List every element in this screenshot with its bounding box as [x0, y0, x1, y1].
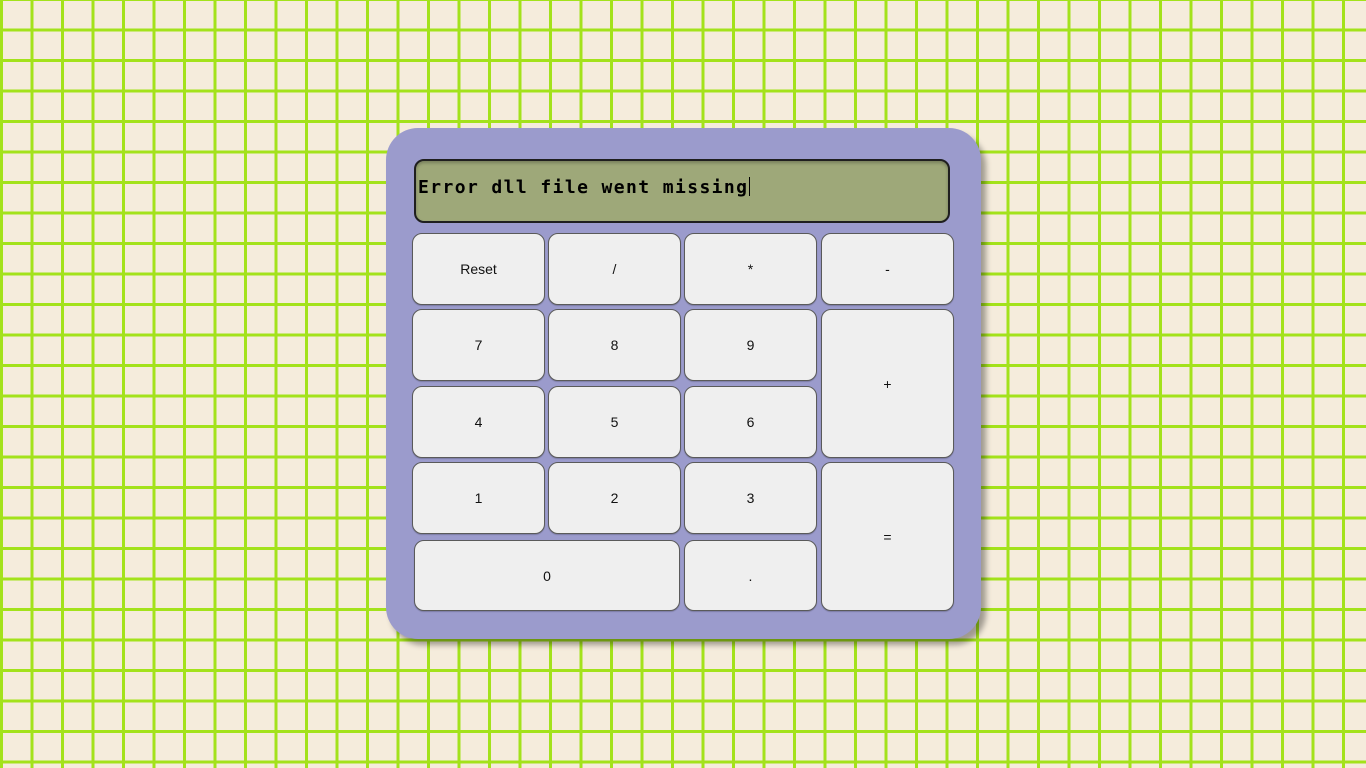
digit-2-button[interactable]: 2 — [548, 462, 681, 534]
text-caret — [749, 177, 751, 196]
calculator-display: Error dll file went missing — [414, 159, 950, 223]
calculator: Error dll file went missing Reset / * - … — [386, 128, 981, 639]
reset-button[interactable]: Reset — [412, 233, 545, 305]
digit-0-button[interactable]: 0 — [414, 540, 680, 611]
digit-8-button[interactable]: 8 — [548, 309, 681, 381]
subtract-button[interactable]: - — [821, 233, 954, 305]
digit-3-button[interactable]: 3 — [684, 462, 817, 534]
display-value: Error dll file went missing — [418, 177, 749, 198]
display-text[interactable]: Error dll file went missing — [418, 177, 948, 205]
divide-button[interactable]: / — [548, 233, 681, 305]
add-button[interactable]: + — [821, 309, 954, 458]
digit-4-button[interactable]: 4 — [412, 386, 545, 458]
digit-7-button[interactable]: 7 — [412, 309, 545, 381]
decimal-button[interactable]: . — [684, 540, 817, 611]
equals-button[interactable]: = — [821, 462, 954, 611]
digit-5-button[interactable]: 5 — [548, 386, 681, 458]
multiply-button[interactable]: * — [684, 233, 817, 305]
digit-1-button[interactable]: 1 — [412, 462, 545, 534]
digit-9-button[interactable]: 9 — [684, 309, 817, 381]
digit-6-button[interactable]: 6 — [684, 386, 817, 458]
